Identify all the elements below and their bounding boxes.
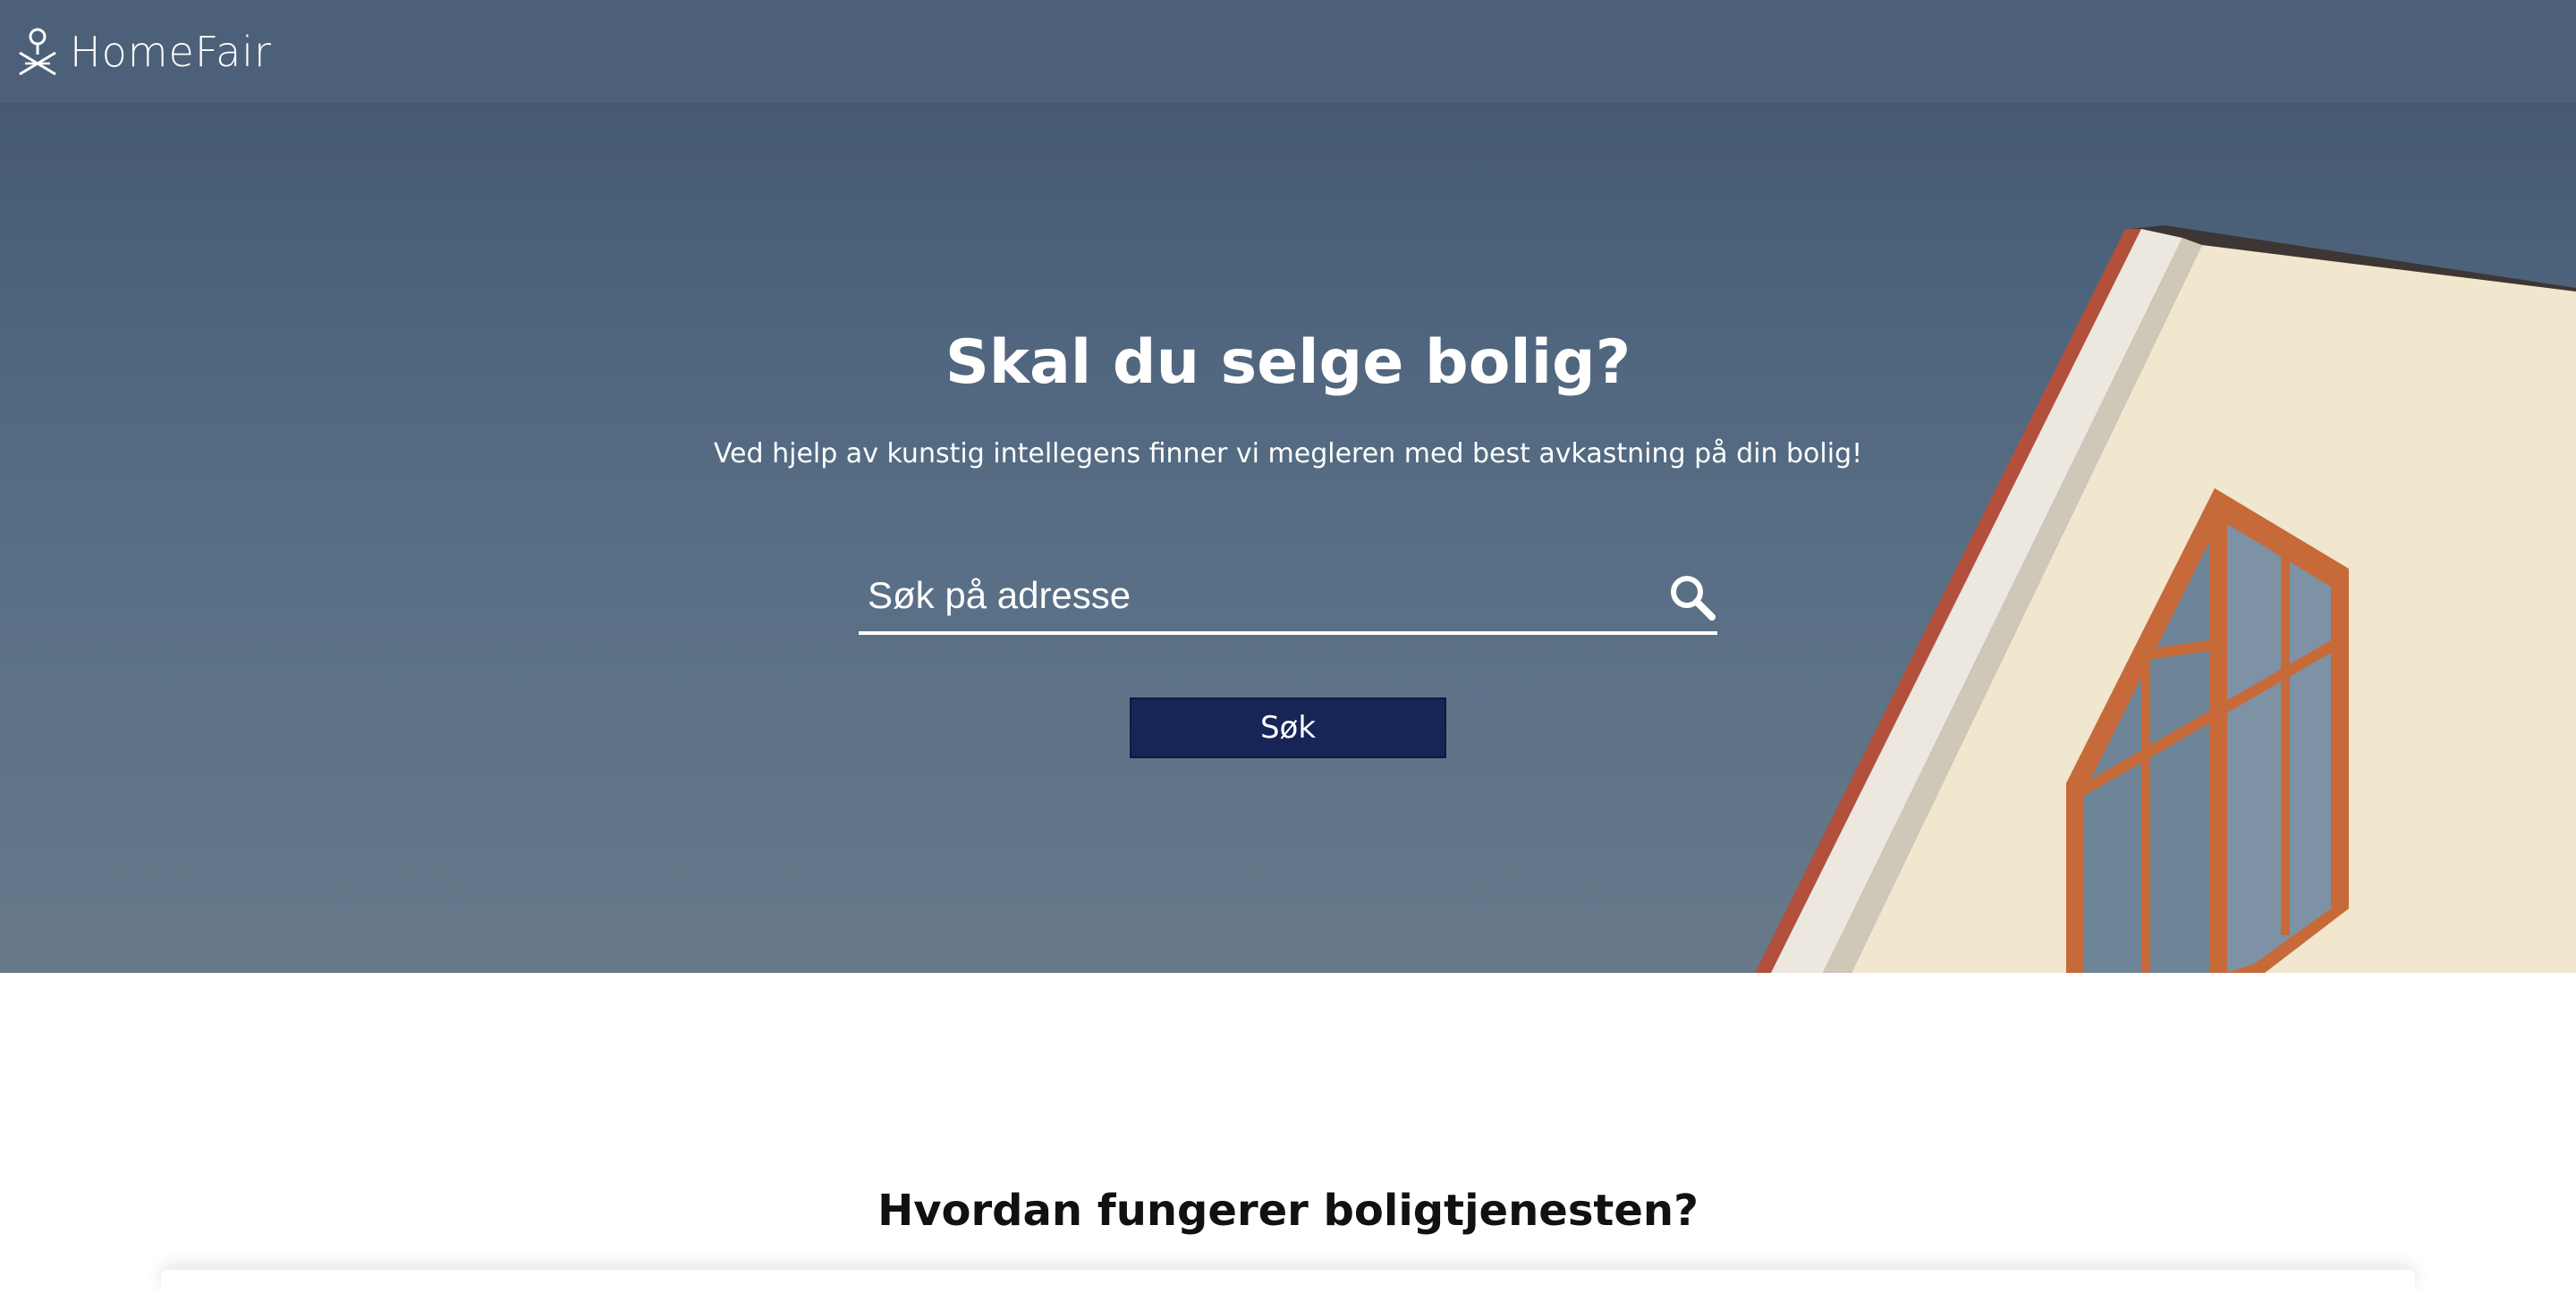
location-pin-leaf-icon [19, 28, 56, 76]
search-icon[interactable] [1667, 572, 1717, 622]
address-search-bar [859, 560, 1717, 635]
how-it-works-card [161, 1270, 2415, 1293]
hero-title: Skal du selge bolig? [945, 327, 1631, 398]
how-it-works-title: Hvordan fungerer boligtjenesten? [877, 1186, 1699, 1236]
house-photo-background [1755, 225, 2576, 973]
logo[interactable]: HomeFair [14, 20, 272, 84]
search-button[interactable]: Søk [1130, 697, 1446, 758]
top-nav-bar: HomeFair [0, 0, 2576, 104]
address-search-input[interactable] [859, 560, 1628, 631]
brand-name: HomeFair [70, 28, 272, 76]
hero-subtitle: Ved hjelp av kunstig intellegens finner … [713, 438, 1863, 469]
hero-section: Skal du selge bolig? Ved hjelp av kunsti… [0, 104, 2576, 973]
